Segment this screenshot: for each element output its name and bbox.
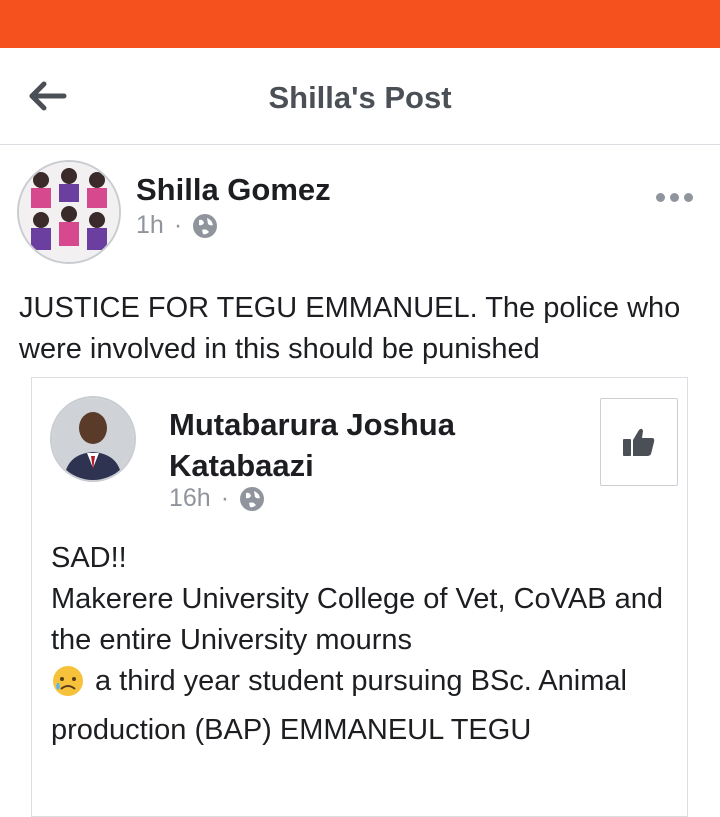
author-avatar[interactable]	[17, 160, 121, 264]
like-button[interactable]	[600, 398, 678, 486]
body-line: SAD!!	[51, 542, 127, 574]
post-time[interactable]: 1h	[136, 211, 164, 240]
sad-face-emoji	[51, 664, 85, 710]
app-bar: Shilla's Post	[0, 48, 720, 145]
post-meta: 1h ·	[136, 211, 218, 240]
post-text: JUSTICE FOR TEGU EMMANUEL. The police wh…	[19, 292, 681, 365]
avatar-image	[52, 398, 134, 480]
status-bar	[0, 0, 720, 48]
more-dot	[684, 192, 693, 202]
shared-author-name[interactable]: Mutabarura Joshua Katabaazi	[169, 404, 509, 486]
meta-separator: ·	[173, 211, 183, 239]
meta-separator: ·	[220, 484, 230, 512]
shared-post-body: SAD!! Makerere University College of Vet…	[51, 538, 671, 751]
shared-post-meta: 16h ·	[169, 484, 265, 513]
page-title: Shilla's Post	[268, 80, 452, 115]
shared-post-time[interactable]: 16h	[169, 484, 211, 513]
globe-icon	[240, 486, 265, 511]
more-options-button[interactable]	[656, 186, 702, 208]
body-line: Makerere University College of Vet, CoVA…	[51, 583, 663, 656]
avatar-image	[19, 162, 119, 262]
more-dot	[670, 192, 679, 202]
more-horizontal-icon	[656, 192, 665, 202]
body-text: a third year student pursuing BSc. Anima…	[51, 665, 627, 746]
body-line: a third year student pursuing BSc. Anima…	[51, 661, 671, 751]
thumbs-up-icon	[623, 428, 655, 456]
shared-post-card[interactable]: Mutabarura Joshua Katabaazi 16h · SAD!! …	[31, 377, 688, 817]
shared-author-avatar[interactable]	[50, 396, 136, 482]
globe-icon	[193, 213, 218, 238]
author-name[interactable]: Shilla Gomez	[136, 172, 331, 208]
